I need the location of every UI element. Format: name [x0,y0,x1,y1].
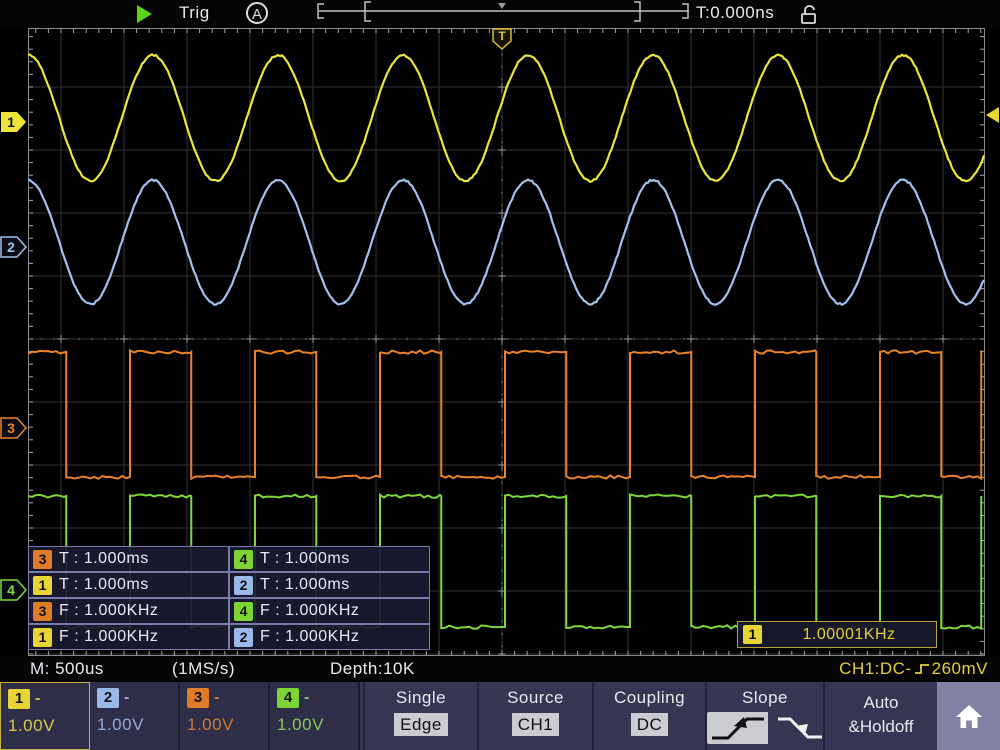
trig-label: Trig [179,3,210,23]
measurement-cell: 1 T : 1.000ms [28,572,229,598]
measurement-panel: 3 T : 1.000ms 4 T : 1.000ms 1 T : 1.000m… [28,546,430,650]
svg-text:1: 1 [7,114,15,130]
ch1-zero-marker[interactable]: 1 [0,111,28,135]
volts-per-div: 1.00V [277,715,358,735]
rising-slope-icon-selected[interactable] [707,712,768,744]
top-status-bar: Trig A T:0.000ns [0,0,1000,28]
oscilloscope-ui: Trig A T:0.000ns 3 T : 1.000ms 4 T : 1.0… [0,0,1000,750]
channel-4-button[interactable]: 4 - 1.00V [270,682,360,750]
menu-source[interactable]: Source CH1 [477,682,592,750]
menu-slope[interactable]: Slope [705,682,823,750]
ch2-badge: 2 [234,628,253,647]
volts-per-div: 1.00V [97,715,178,735]
sample-rate-readout: (1MS/s) [172,659,235,679]
svg-text:3: 3 [7,420,15,436]
coupling-symbol: - [304,689,309,707]
ch4-badge: 4 [234,602,253,621]
measurement-cell: 4 T : 1.000ms [229,546,430,572]
coupling-symbol: - [214,689,219,707]
frequency-value: 1.00001KHz [762,626,936,644]
ch3-trace [28,350,981,478]
measurement-cell: 2 T : 1.000ms [229,572,430,598]
frequency-counter: 1 1.00001KHz [737,621,937,648]
measurement-cell: 3 T : 1.000ms [28,546,229,572]
bottom-status-bar: M: 500us (1MS/s) Depth:10K CH1:DC- 260mV [0,656,1000,682]
ch3-badge: 3 [33,602,52,621]
measurement-cell: 4 F : 1.000KHz [229,598,430,624]
menu-auto-holdoff[interactable]: Auto &Holdoff [823,682,937,750]
ch4-zero-marker[interactable]: 4 [0,579,28,603]
home-button[interactable] [937,682,1000,750]
auto-trigger-mode-icon: A [246,2,268,24]
channel-2-button[interactable]: 2 - 1.00V [90,682,180,750]
coupling-symbol: - [35,690,40,708]
measurement-cell: 2 F : 1.000KHz [229,624,430,650]
depth-readout: Depth:10K [330,659,415,679]
trigger-position-marker[interactable]: T [492,28,512,51]
home-icon [954,702,984,730]
unlocked-padlock-icon[interactable] [799,3,819,25]
svg-text:2: 2 [7,239,15,255]
measurement-cell: 3 F : 1.000KHz [28,598,229,624]
svg-text:4: 4 [7,582,15,598]
ch1-badge: 1 [743,625,762,644]
ch2-badge: 2 [234,576,253,595]
menu-coupling[interactable]: Coupling DC [592,682,705,750]
ch2-zero-marker[interactable]: 2 [0,236,28,260]
coupling-symbol: - [124,689,129,707]
svg-text:T: T [498,29,506,43]
bottom-menu-bar: 1 - 1.00V 2 - 1.00V 3 - 1.00V 4 - 1.00V … [0,682,1000,750]
ch1-badge: 1 [33,628,52,647]
trigger-status-readout: CH1:DC- 260mV [839,659,988,679]
timebase-readout: M: 500us [30,659,104,679]
run-state-play-icon[interactable] [137,5,152,23]
measurement-cell: 1 F : 1.000KHz [28,624,229,650]
ch1-trace [28,54,984,181]
memory-window-indicator [313,0,695,26]
channel-3-button[interactable]: 3 - 1.00V [180,682,270,750]
view-position-marker [498,3,506,9]
waveform-display-area: 3 T : 1.000ms 4 T : 1.000ms 1 T : 1.000m… [28,28,985,656]
trigger-time-readout: T:0.000ns [696,3,774,23]
ch3-zero-marker[interactable]: 3 [0,417,28,441]
ch2-trace [28,179,984,304]
ch1-badge: 1 [33,576,52,595]
ch3-badge: 3 [33,550,52,569]
ch4-badge: 4 [234,550,253,569]
volts-per-div: 1.00V [187,715,268,735]
volts-per-div: 1.00V [8,716,89,736]
menu-single-edge[interactable]: Single Edge [363,682,477,750]
trigger-level-marker[interactable] [984,106,1000,124]
rising-edge-icon [914,661,930,677]
channel-1-button[interactable]: 1 - 1.00V [0,682,90,750]
falling-slope-icon[interactable] [776,712,823,744]
